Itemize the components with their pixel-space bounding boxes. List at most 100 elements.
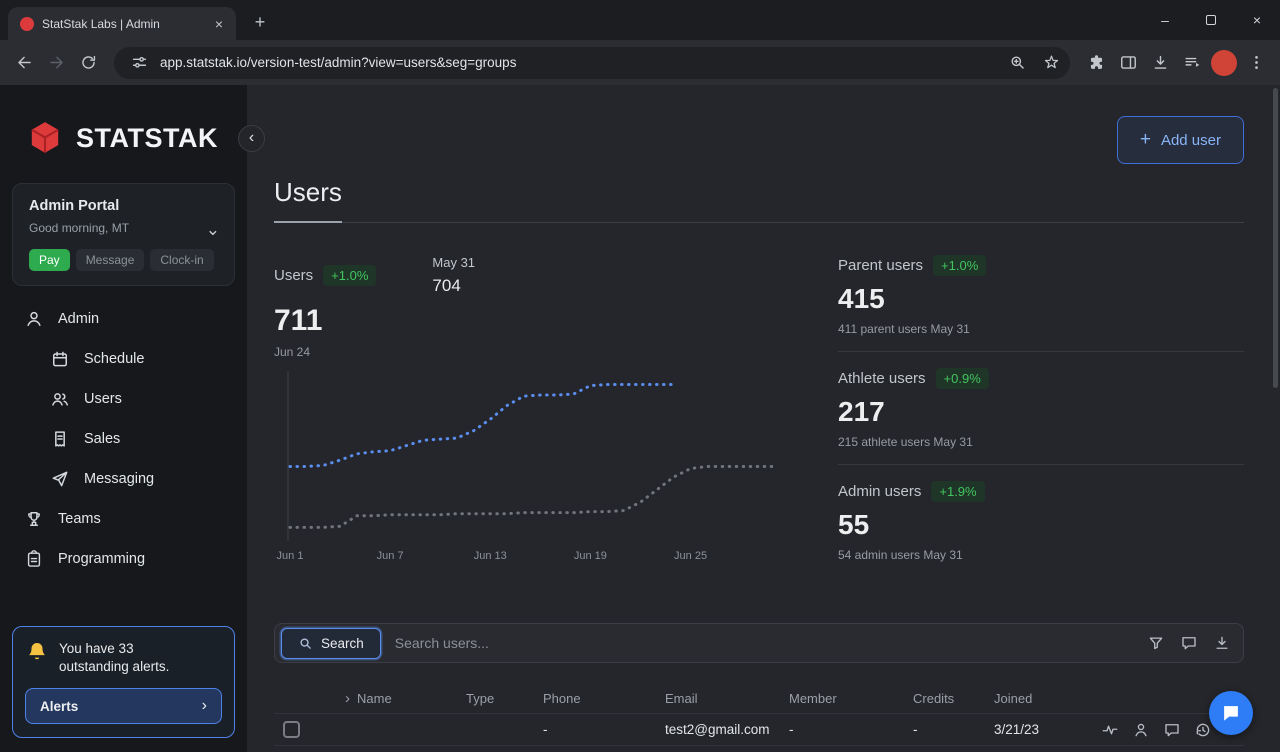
zoom-icon[interactable] [1004, 50, 1030, 76]
browser-toolbar: app.statstak.io/version-test/admin?view=… [0, 40, 1280, 85]
search-input[interactable] [380, 635, 1147, 651]
message-icon[interactable] [1163, 721, 1181, 739]
page-title: Users [274, 177, 342, 223]
window-minimize-button[interactable]: – [1142, 0, 1188, 40]
message-icon[interactable] [1180, 634, 1198, 652]
chat-widget-button[interactable] [1209, 691, 1253, 735]
users-table: › Name Type Phone Email Member Credits J… [274, 683, 1244, 752]
search-button-label: Search [321, 635, 364, 651]
activity-icon[interactable] [1101, 721, 1119, 739]
url-text[interactable]: app.statstak.io/version-test/admin?view=… [160, 55, 996, 70]
sidebar-item-programming[interactable]: Programming [0, 539, 247, 579]
bookmark-star-icon[interactable] [1038, 50, 1064, 76]
download-icon[interactable] [1213, 634, 1231, 652]
trophy-icon [24, 509, 44, 529]
cell-member: - [789, 722, 794, 737]
alerts-button[interactable]: Alerts › [25, 688, 222, 724]
sidebar-item-label: Admin [58, 311, 100, 327]
main-content: + Add user Users Users +1.0% May 31 704 [247, 85, 1280, 752]
table-row[interactable]: - test2@gmail.com - - 3/21/23 [274, 713, 1244, 745]
tab-close-icon[interactable]: × [210, 15, 228, 33]
portal-card[interactable]: Admin Portal Good morning, MT ⌄ Pay Mess… [12, 183, 235, 286]
profile-avatar[interactable] [1211, 49, 1237, 76]
page-header: Users [274, 177, 1244, 223]
address-bar[interactable]: app.statstak.io/version-test/admin?view=… [114, 46, 1070, 79]
column-header-joined[interactable]: Joined [994, 691, 1095, 706]
column-header-credits[interactable]: Credits [913, 691, 994, 706]
people-icon [50, 389, 70, 409]
pay-badge[interactable]: Pay [29, 249, 70, 271]
sidebar-item-label: Sales [84, 431, 121, 447]
sidebar-collapse-button[interactable]: ‹ [238, 125, 265, 152]
sidebar-item-messaging[interactable]: Messaging [0, 459, 247, 499]
compare-block: May 31 704 [432, 255, 475, 296]
menu-kebab-icon[interactable] [1240, 47, 1272, 79]
stat-value: 55 [838, 509, 870, 540]
new-tab-button[interactable]: + [246, 8, 274, 36]
column-header-email[interactable]: Email [665, 691, 789, 706]
filter-icon[interactable] [1147, 634, 1165, 652]
clockin-badge[interactable]: Clock-in [150, 249, 214, 271]
downloads-icon[interactable] [1144, 47, 1176, 79]
users-delta-badge: +1.0% [323, 265, 377, 286]
add-user-button[interactable]: + Add user [1116, 116, 1244, 164]
window-maximize-button[interactable] [1188, 0, 1234, 40]
bell-icon [29, 642, 45, 659]
reload-button[interactable] [72, 47, 104, 79]
stats-side-column: Parent users +1.0% 415 411 parent users … [838, 255, 1244, 577]
delta-badge: +1.9% [931, 481, 985, 502]
page-scrollbar[interactable] [1273, 88, 1278, 388]
table-body: - test2@gmail.com - - 3/21/23 [274, 713, 1244, 752]
cell-joined: 3/21/23 [994, 722, 1040, 737]
expand-rows-icon[interactable]: › [345, 690, 350, 707]
side-panel-icon[interactable] [1112, 47, 1144, 79]
browser-tab[interactable]: StatStak Labs | Admin × [8, 7, 236, 40]
sidebar-item-users[interactable]: Users [0, 379, 247, 419]
forward-button[interactable] [40, 47, 72, 79]
users-stat: Users +1.0% May 31 704 711 Jun 24 Jun 1J… [274, 255, 838, 577]
cell-phone: - [543, 722, 548, 737]
history-icon[interactable] [1194, 721, 1212, 739]
table-row[interactable]: 11U Action… Parent (616) 165-1651 - 1 12… [274, 745, 1244, 752]
compare-date: May 31 [432, 255, 476, 270]
sidebar-item-label: Programming [58, 551, 146, 567]
stats-section: Users +1.0% May 31 704 711 Jun 24 Jun 1J… [274, 255, 1244, 577]
sidebar-item-teams[interactable]: Teams [0, 499, 247, 539]
search-button[interactable]: Search [281, 627, 381, 659]
parent-users-stat: Parent users +1.0% 415 411 parent users … [838, 255, 1244, 352]
media-controls-icon[interactable] [1176, 47, 1208, 79]
send-icon [50, 469, 70, 489]
window-close-button[interactable]: × [1234, 0, 1280, 40]
svg-text:Jun 1: Jun 1 [277, 550, 304, 562]
alerts-text: You have 33 outstanding alerts. [59, 640, 170, 674]
message-badge[interactable]: Message [75, 249, 145, 271]
sidebar-item-schedule[interactable]: Schedule [0, 339, 247, 379]
compare-value: 704 [432, 276, 461, 295]
stat-note: 215 athlete users May 31 [838, 435, 973, 449]
sidebar-item-label: Messaging [84, 471, 155, 487]
column-header-phone[interactable]: Phone [543, 691, 665, 706]
row-checkbox[interactable] [283, 721, 300, 738]
site-info-icon[interactable] [126, 50, 152, 76]
stat-value: 217 [838, 396, 885, 427]
alerts-card: You have 33 outstanding alerts. Alerts › [12, 625, 235, 738]
tab-title: StatStak Labs | Admin [42, 16, 160, 31]
back-button[interactable] [8, 47, 40, 79]
clipboard-icon [24, 549, 44, 569]
svg-text:Jun 7: Jun 7 [377, 550, 404, 562]
admin-users-stat: Admin users +1.9% 55 54 admin users May … [838, 465, 1244, 577]
sidebar-item-sales[interactable]: Sales [0, 419, 247, 459]
stat-note: 411 parent users May 31 [838, 322, 970, 336]
column-header-type[interactable]: Type [466, 691, 543, 706]
column-header-member[interactable]: Member [789, 691, 913, 706]
users-stat-date: Jun 24 [274, 345, 311, 359]
profile-icon[interactable] [1132, 721, 1150, 739]
sidebar-item-admin[interactable]: Admin [0, 299, 247, 339]
logo[interactable]: STATSTAK [0, 85, 247, 157]
column-header-name[interactable]: Name [357, 691, 392, 706]
window-controls: – × [1142, 0, 1280, 40]
portal-greeting: Good morning, MT [29, 221, 130, 235]
portal-title: Admin Portal [29, 198, 120, 214]
extensions-icon[interactable] [1080, 47, 1112, 79]
chevron-down-icon[interactable]: ⌄ [206, 220, 220, 240]
